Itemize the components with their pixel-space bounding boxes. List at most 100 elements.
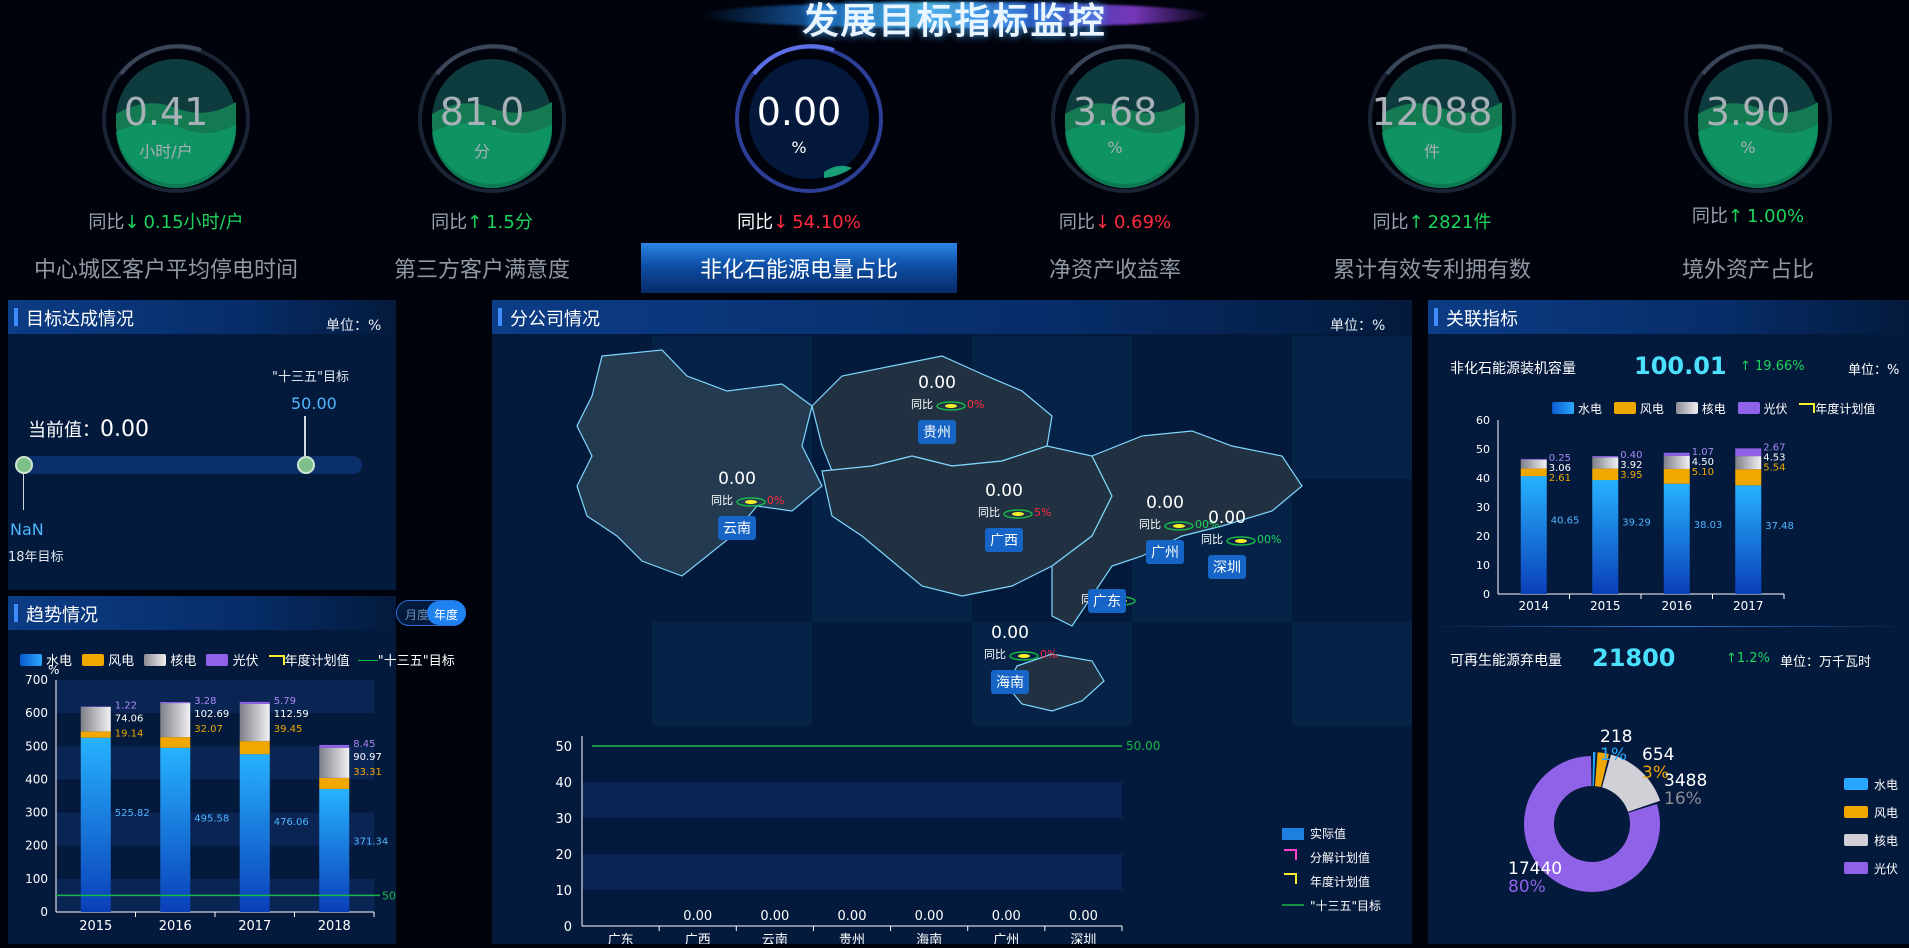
y-tick-label: 200 [25, 839, 48, 853]
x-tick-label: 深圳 [1070, 933, 1096, 944]
data-label: 39.29 [1622, 518, 1651, 529]
bar-光伏 [160, 702, 191, 704]
legend-swatch [1844, 806, 1868, 818]
y-tick-label: 10 [1476, 559, 1490, 572]
y-tick-label: 30 [1476, 501, 1490, 514]
tab-kpi-1[interactable]: 第三方客户满意度 [324, 252, 640, 284]
compare-value: 0.15小时/户 [143, 212, 244, 233]
related-panel-title: 关联指标 [1446, 309, 1518, 330]
data-label: 39.45 [274, 724, 303, 735]
x-tick-label: 广西 [685, 933, 711, 944]
compare-label: 同比 [88, 212, 125, 233]
region-point [945, 404, 957, 408]
compare-value: 0.69% [1113, 212, 1172, 233]
arrow-down-icon: ↓ [124, 212, 140, 233]
target-label: 50.00 [1126, 739, 1160, 753]
kpi-card[interactable]: 0.00% 同比↓ 54.10% [641, 40, 957, 238]
kpi-compare: 同比↓ 54.10% [641, 208, 957, 234]
kpi-card[interactable]: 0.41 小时/户同比↓ 0.15小时/户 [8, 40, 324, 238]
region-name: 广州 [1151, 545, 1179, 561]
y-tick-label: 10 [555, 884, 572, 899]
kpi-card[interactable]: 81.0 分同比↑ 1.5分 [324, 40, 640, 238]
tab-kpi-3[interactable]: 净资产收益率 [957, 252, 1273, 284]
region-name: 深圳 [1213, 560, 1241, 576]
region-pct: 0% [967, 398, 984, 411]
bar-风电 [1592, 468, 1619, 481]
data-label: 1.22 [115, 700, 137, 711]
region-value: 0.00 [1208, 508, 1246, 528]
year-target-value: NaN [10, 520, 44, 539]
bar-核电 [319, 747, 350, 778]
region-name: 广西 [990, 533, 1018, 549]
data-label: 0.00 [760, 909, 789, 924]
x-tick-label: 广东 [608, 933, 634, 944]
kpi-card[interactable]: 3.90% 同比↑ 1.00% [1590, 40, 1906, 238]
kpi-compare: 同比↓ 0.15小时/户 [8, 208, 324, 234]
kpi-unit: 小时/户 [139, 142, 193, 161]
current-label: 当前值： [28, 420, 100, 441]
x-tick-label: 2016 [1661, 599, 1692, 610]
kpi-card[interactable]: 12088 件同比↑ 2821件 [1274, 40, 1590, 238]
data-label: 476.06 [274, 817, 309, 828]
tab-kpi-4[interactable]: 累计有效专利拥有数 [1274, 252, 1590, 284]
grid-band [582, 782, 1122, 818]
bar-风电 [239, 741, 270, 755]
data-label: 371.34 [353, 836, 388, 847]
target-panel: 目标达成情况 单位：% "十三五"目标 50.00 当前值：0.00 NaN 1… [8, 300, 396, 590]
tab-kpi-2[interactable]: 非化石能源电量占比 [641, 252, 957, 284]
map-grid-cell [1292, 336, 1412, 479]
region-value: 0.00 [1146, 493, 1184, 513]
x-tick-label: 2018 [318, 919, 351, 934]
region-map: 0.00 同比 0% 云南 0.00 同比 0% 贵州 0.00 同比 5% 广西 0.00 同比 00% 广… [576, 336, 1412, 726]
data-label: 102.69 [194, 709, 229, 720]
arrow-down-icon: ↓ [773, 212, 789, 233]
data-label: 90.97 [353, 752, 382, 763]
kpi-card[interactable]: 3.68% 同比↓ 0.69% [957, 40, 1273, 238]
y-unit-label: % [48, 663, 59, 677]
bar-核电 [239, 703, 270, 742]
data-label: 2.61 [1549, 473, 1571, 484]
year-target-label: 18年目标 [8, 550, 64, 565]
period-toggle[interactable]: 月度 年度 [396, 600, 466, 626]
legend-swatch [1844, 834, 1868, 846]
kpi-compare: 同比↓ 0.69% [957, 208, 1273, 234]
x-tick-label: 2014 [1518, 599, 1549, 610]
bar-风电 [1735, 469, 1762, 486]
toggle-monthly[interactable]: 月度 [405, 606, 429, 623]
data-label: 0.00 [683, 909, 712, 924]
tab-kpi-5[interactable]: 境外资产占比 [1590, 252, 1906, 284]
legend-swatch [1844, 862, 1868, 874]
x-tick-label: 2017 [1733, 599, 1764, 610]
region-pct: 00% [1257, 533, 1281, 546]
toggle-yearly[interactable]: 年度 [434, 606, 458, 623]
target-panel-unit: 单位：% [326, 318, 382, 334]
header-bar [14, 604, 18, 622]
region-point [1012, 512, 1024, 516]
legend-annual-plan: 年度计划值 [1310, 874, 1370, 889]
kpi-value: 0.41 [123, 90, 209, 134]
bar-光伏 [1735, 448, 1762, 457]
kpi-unit: % [1740, 138, 1756, 157]
legend-target-swatch [357, 660, 378, 661]
legend-actual-swatch [1282, 828, 1304, 840]
compare-label: 同比 [737, 212, 774, 233]
donut-value-label: 3488 [1664, 771, 1707, 791]
x-tick-label: 海南 [916, 932, 942, 944]
tab-kpi-0[interactable]: 中心城区客户平均停电时间 [8, 252, 324, 284]
arrow-up-icon: ↑ [467, 212, 483, 233]
capacity-chart: 010203040506040.650.253.062.61201439.290… [1476, 414, 1794, 610]
region-value: 0.00 [918, 373, 956, 393]
capacity-value: 100.01 [1634, 352, 1727, 380]
y-tick-label: 400 [25, 772, 48, 786]
kpi-compare: 同比↑ 2821件 [1274, 208, 1590, 234]
legend-label: 核电 [1874, 834, 1898, 848]
kpi-unit: % [1107, 138, 1123, 157]
donut-percent-label: 80% [1508, 877, 1546, 897]
y-tick-label: 60 [1476, 414, 1490, 427]
bar-水电 [319, 788, 350, 912]
legend-target: "十三五"目标 [1310, 899, 1381, 913]
region-name: 云南 [723, 521, 751, 537]
donut-slice-水电 [1592, 752, 1596, 787]
region-compare-label: 同比 [711, 494, 733, 507]
compare-label: 同比 [1372, 212, 1409, 233]
